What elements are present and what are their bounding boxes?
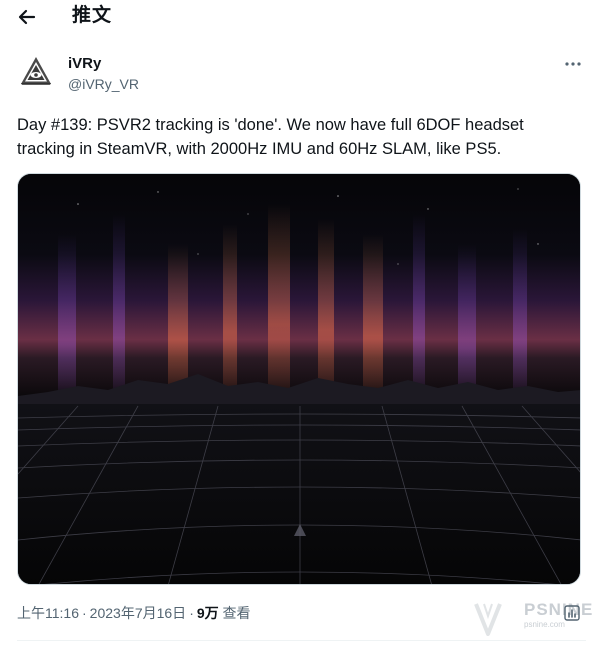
vr-horizon-scene [18, 174, 580, 584]
analytics-button[interactable] [562, 603, 582, 623]
more-dots-icon [565, 62, 581, 66]
back-button[interactable] [14, 4, 40, 30]
tweet-media-image[interactable] [17, 173, 581, 585]
top-bar: 推文 [0, 0, 603, 36]
more-options-button[interactable] [561, 54, 585, 74]
analytics-icon [564, 605, 580, 621]
avatar[interactable] [17, 53, 55, 91]
views-label: 查看 [222, 605, 251, 621]
tweet-date[interactable]: 2023年7月16日 [90, 605, 187, 621]
watermark-text: PSNINE [524, 600, 594, 619]
author-handle[interactable]: @iVRy_VR [68, 76, 139, 92]
tweet-time[interactable]: 上午11:16 [17, 605, 79, 621]
meta-separator: · [189, 605, 194, 621]
tweet-meta: 上午11:16 · 2023年7月16日 · 9万 查看 [17, 604, 251, 622]
divider [17, 640, 586, 641]
views-count: 9万 [196, 605, 219, 621]
tweet-text: Day #139: PSVR2 tracking is 'done'. We n… [17, 116, 524, 158]
arrow-left-icon [18, 9, 36, 25]
triangle-eye-logo [17, 53, 55, 91]
meta-separator: · [82, 605, 87, 621]
page-title: 推文 [72, 5, 113, 26]
watermark-subtext: psnine.com [524, 620, 565, 629]
author-display-name[interactable]: iVRy [68, 55, 101, 73]
